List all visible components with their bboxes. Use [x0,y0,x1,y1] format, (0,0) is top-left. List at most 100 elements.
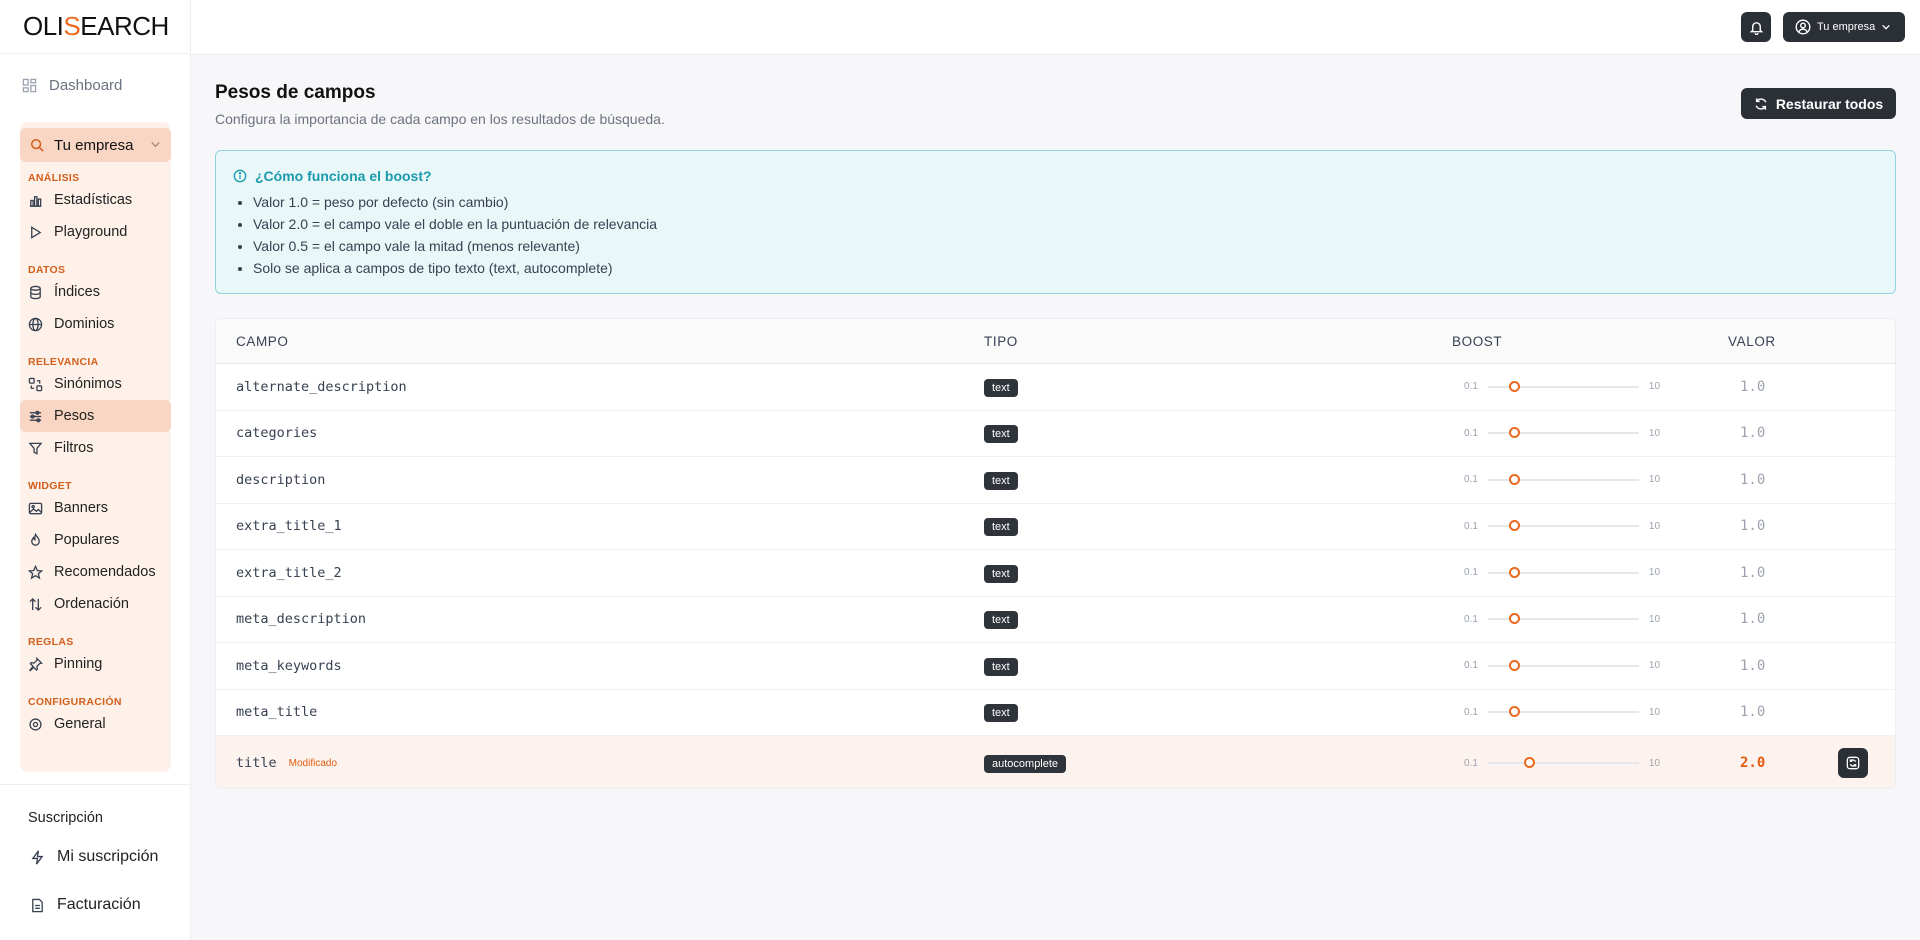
slider-track[interactable] [1487,706,1639,718]
slider-min-label: 0.1 [1464,474,1478,486]
boost-slider: 0.1 10 [1464,427,1660,439]
boost-slider: 0.1 10 [1464,757,1660,769]
notifications-button[interactable] [1741,12,1771,42]
info-bullet: Solo se aplica a campos de tipo texto (t… [253,257,1895,279]
user-circle-icon [1795,19,1811,35]
info-bullet: Valor 2.0 = el campo vale el doble en la… [253,213,1895,235]
sidebar-item-playground[interactable]: Playground [20,216,171,248]
field-name-cell: description [236,472,325,488]
table-header: CAMPO TIPO BOOST VALOR [216,319,1895,364]
slider-track[interactable] [1487,473,1639,485]
logo-right: EARCH [80,11,169,41]
type-badge: text [984,378,1018,397]
refresh-icon [1755,97,1767,110]
header-valor: VALOR [1728,333,1776,349]
user-menu-label: Tu empresa [1817,21,1876,33]
slider-min-label: 0.1 [1464,427,1478,439]
slider-track[interactable] [1487,520,1639,532]
boost-slider: 0.1 10 [1464,380,1661,393]
slider-thumb[interactable] [1508,566,1520,578]
slider-max-label: 10 [1648,381,1661,393]
field-name-cell: title Modificado [236,755,337,771]
sidebar-item-dashboard[interactable]: Dashboard [0,54,190,116]
slider-track[interactable] [1487,659,1639,671]
sidebar-item-label: Dashboard [49,76,123,94]
info-list: Valor 1.0 = peso por defecto (sin cambio… [233,191,1895,279]
sidebar-item-subscription[interactable]: Mi suscripción [0,833,191,881]
sidebar-item-filtros[interactable]: Filtros [20,432,171,464]
sidebar-item-recomendados[interactable]: Recomendados [20,556,171,588]
field-name: meta_title [236,704,318,721]
sidebar-item-ordenacion[interactable]: Ordenación [20,588,171,620]
slider-min-label: 0.1 [1464,520,1478,532]
user-menu-button[interactable]: Tu empresa [1783,12,1905,42]
pin-icon [28,656,43,672]
play-icon [31,225,42,239]
slider-track[interactable] [1487,613,1639,625]
company-selector[interactable]: Tu empresa [20,128,171,162]
sidebar-item-billing[interactable]: Facturación [0,881,191,929]
lightning-icon [31,850,44,864]
slider-thumb[interactable] [1508,659,1520,671]
sidebar-item-general[interactable]: General [20,708,171,740]
info-title-text: ¿Cómo funciona el boost? [255,168,432,184]
slider-thumb[interactable] [1508,613,1520,625]
header-boost: BOOST [1452,333,1503,349]
table-row: alternate_description text 0.1 10 1.0 [216,364,1895,411]
sidebar-item-sinonimos[interactable]: Sinónimos [20,368,171,400]
type-cell: text [984,564,1018,583]
sidebar-item-label: Pinning [54,656,103,672]
field-name: extra_title_2 [236,564,342,581]
type-badge: text [984,471,1018,490]
field-name-cell: categories [236,425,317,441]
section-heading: RELEVANCIA [28,356,99,368]
sidebar-item-pinning[interactable]: Pinning [20,648,171,680]
slider-thumb[interactable] [1508,380,1520,392]
sidebar-item-label: Playground [54,224,128,240]
slider-thumb[interactable] [1523,757,1535,768]
slider-thumb[interactable] [1508,427,1520,439]
sidebar-item-label: Sinónimos [54,376,122,392]
page-subtitle: Configura la importancia de cada campo e… [215,111,665,127]
section-heading: DATOS [28,264,66,276]
boost-slider: 0.1 10 [1464,473,1660,486]
slider-thumb[interactable] [1508,473,1520,485]
slider-min-label: 0.1 [1464,757,1478,769]
sidebar-item-pesos[interactable]: Pesos [20,400,171,432]
slider-min-label: 0.1 [1464,660,1478,672]
sidebar-item-populares[interactable]: Populares [20,524,171,556]
boost-value: 1.0 [1740,471,1766,488]
sidebar-item-label: Índices [54,284,100,300]
slider-min-label: 0.1 [1464,613,1478,625]
reset-row-button[interactable] [1838,748,1868,778]
field-name-cell: meta_description [236,611,366,627]
restore-all-button[interactable]: Restaurar todos [1741,88,1896,119]
field-name: description [236,471,326,488]
info-bullet: Valor 0.5 = el campo vale la mitad (meno… [253,235,1895,257]
type-cell: text [984,517,1018,537]
sidebar-item-label: Filtros [54,440,94,456]
slider-track[interactable] [1487,380,1639,392]
image-icon [28,502,43,514]
slider-thumb[interactable] [1508,706,1520,718]
boost-value: 1.0 [1740,704,1766,721]
slider-track[interactable] [1487,566,1639,578]
sidebar-item-label: Mi suscripción [57,848,159,865]
slider-track[interactable] [1487,427,1639,439]
section-heading: WIDGET [28,480,72,492]
section-heading: CONFIGURACIÓN [28,696,122,708]
type-cell: text [984,471,1018,490]
slider-max-label: 10 [1648,660,1661,672]
info-icon [233,169,247,183]
logo[interactable]: OLI S EARCH [0,0,190,54]
company-name: Tu empresa [54,136,134,154]
gear-icon [29,717,42,731]
slider-track[interactable] [1487,757,1639,768]
sidebar-item-dominios[interactable]: Dominios [20,308,171,340]
sidebar-item-indices[interactable]: Índices [20,276,171,308]
type-cell: text [984,703,1018,723]
table-row: extra_title_2 text 0.1 10 1.0 [216,550,1895,597]
sidebar-item-banners[interactable]: Banners [20,492,171,524]
slider-thumb[interactable] [1508,520,1520,532]
sidebar-item-estadisticas[interactable]: Estadísticas [20,184,171,216]
